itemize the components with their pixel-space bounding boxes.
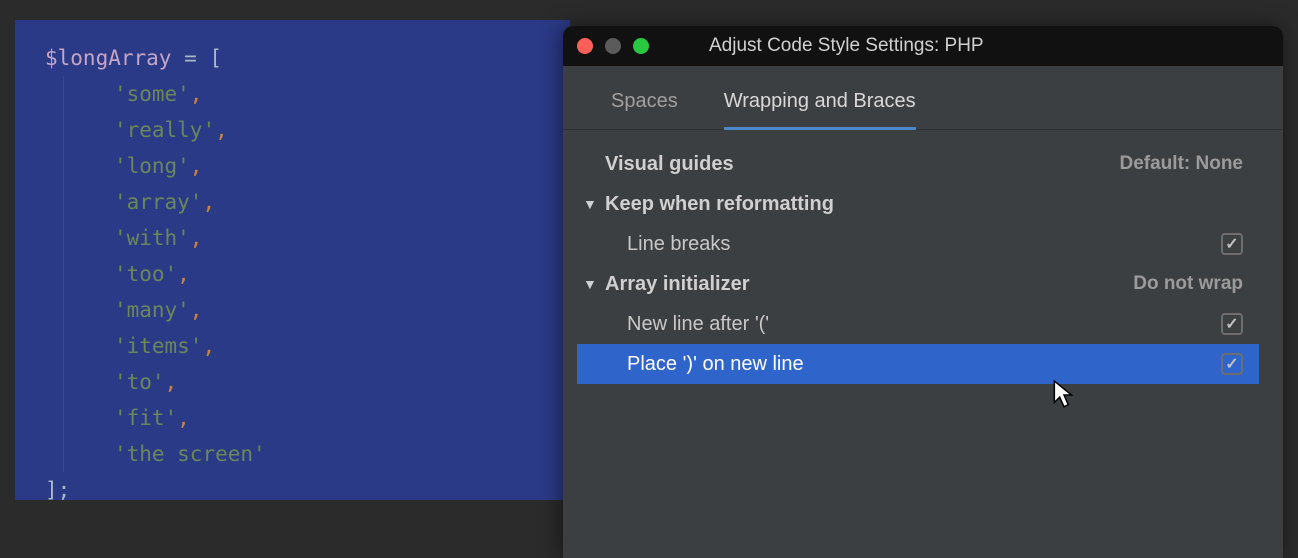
code-line: 'with', [45, 220, 550, 256]
setting-place-close-paren-on-new-line[interactable]: Place ')' on new line [577, 344, 1259, 384]
token-string: 'with' [114, 226, 190, 250]
token-string: 'items' [114, 334, 203, 358]
chevron-down-icon: ▼ [583, 196, 597, 212]
token-string: 'some' [114, 82, 190, 106]
code-line: 'the screen' [45, 436, 550, 472]
tabs: Spaces Wrapping and Braces [563, 66, 1283, 130]
token-string: 'to' [114, 370, 165, 394]
window-controls [577, 38, 649, 54]
setting-value: Default: None [1120, 153, 1260, 175]
code-line: 'really', [45, 112, 550, 148]
checkbox[interactable] [1221, 313, 1243, 335]
code-line: 'long', [45, 148, 550, 184]
token-string: 'the screen' [114, 442, 266, 466]
token-string: 'long' [114, 154, 190, 178]
chevron-down-icon: ▼ [583, 276, 597, 292]
settings-body: Visual guides Default: None ▼ Keep when … [563, 130, 1283, 384]
setting-label: Place ')' on new line [627, 353, 804, 376]
code-line: 'many', [45, 292, 550, 328]
code-line: 'fit', [45, 400, 550, 436]
group-visual-guides[interactable]: Visual guides Default: None [577, 144, 1259, 184]
checkbox[interactable] [1221, 353, 1243, 375]
token-string: 'too' [114, 262, 177, 286]
token-bracket-close: ]; [45, 478, 70, 502]
code-line: 'some', [45, 76, 550, 112]
setting-line-breaks[interactable]: Line breaks [577, 224, 1259, 264]
token-string: 'fit' [114, 406, 177, 430]
group-label: Keep when reformatting [605, 193, 834, 216]
setting-label: New line after '(' [627, 313, 769, 336]
code-line: $longArray = [ [45, 40, 550, 76]
tab-wrapping-and-braces[interactable]: Wrapping and Braces [724, 90, 916, 130]
code-line: 'items', [45, 328, 550, 364]
code-editor[interactable]: $longArray = [ 'some', 'really', 'long',… [15, 20, 570, 500]
group-array-initializer[interactable]: ▼ Array initializer Do not wrap [577, 264, 1259, 304]
code-style-dialog: Adjust Code Style Settings: PHP Spaces W… [563, 26, 1283, 558]
token-operator: = [171, 46, 209, 70]
code-line: 'to', [45, 364, 550, 400]
code-line: 'array', [45, 184, 550, 220]
close-window-button[interactable] [577, 38, 593, 54]
token-bracket-open: [ [209, 46, 222, 70]
setting-value: Do not wrap [1133, 273, 1259, 295]
setting-label: Line breaks [627, 233, 730, 256]
code-line: 'too', [45, 256, 550, 292]
maximize-window-button[interactable] [633, 38, 649, 54]
token-string: 'array' [114, 190, 203, 214]
token-variable: $longArray [45, 46, 171, 70]
tab-spaces[interactable]: Spaces [611, 90, 678, 129]
dialog-title: Adjust Code Style Settings: PHP [709, 35, 984, 57]
setting-new-line-after-open-paren[interactable]: New line after '(' [577, 304, 1259, 344]
group-keep-when-reformatting[interactable]: ▼ Keep when reformatting [577, 184, 1259, 224]
group-label: Visual guides [605, 153, 734, 176]
token-string: 'many' [114, 298, 190, 322]
code-line: ]; [45, 472, 550, 508]
group-label: Array initializer [605, 273, 750, 296]
minimize-window-button[interactable] [605, 38, 621, 54]
dialog-titlebar: Adjust Code Style Settings: PHP [563, 26, 1283, 66]
checkbox[interactable] [1221, 233, 1243, 255]
token-string: 'really' [114, 118, 215, 142]
